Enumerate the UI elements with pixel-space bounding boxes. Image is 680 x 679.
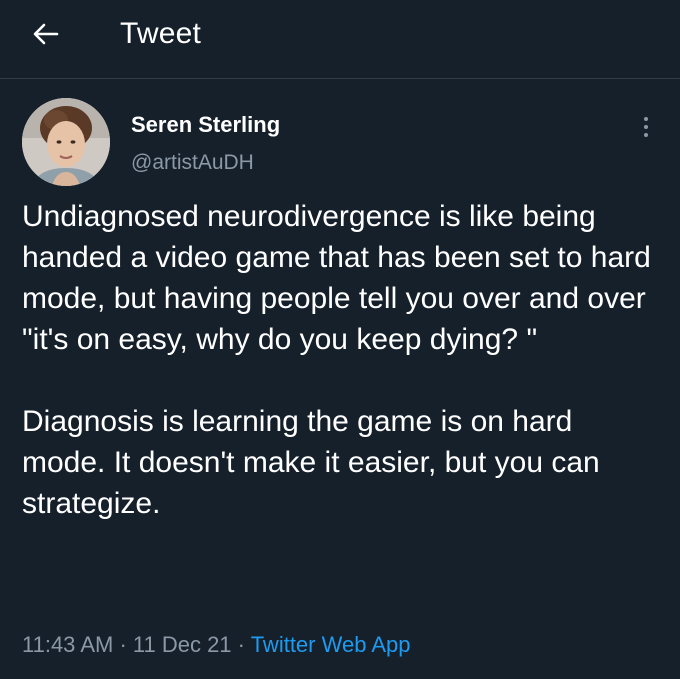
vertical-ellipsis-icon (644, 133, 648, 137)
meta-separator: · (113, 632, 133, 657)
back-button[interactable] (28, 16, 64, 52)
vertical-ellipsis-icon (644, 125, 648, 129)
page-title: Tweet (120, 17, 202, 50)
vertical-ellipsis-icon (644, 117, 648, 121)
tweet-paragraph: Diagnosis is learning the game is on har… (22, 405, 600, 520)
avatar[interactable] (22, 98, 110, 186)
tweet-date[interactable]: 11 Dec 21 (133, 632, 232, 657)
top-bar: Tweet (0, 0, 680, 79)
tweet-source-link[interactable]: Twitter Web App (251, 632, 411, 657)
author-name[interactable]: Seren Sterling (131, 112, 280, 138)
author-handle[interactable]: @artistAuDH (131, 151, 254, 175)
tweet-paragraph: Undiagnosed neurodivergence is like bein… (22, 200, 651, 356)
tweet-time[interactable]: 11:43 AM (22, 632, 113, 657)
meta-separator: · (231, 632, 251, 657)
profile-photo (22, 98, 110, 186)
tweet-text: Undiagnosed neurodivergence is like bein… (22, 196, 662, 524)
more-options-button[interactable] (636, 112, 656, 142)
arrow-left-icon (33, 23, 59, 45)
tweet-meta: 11:43 AM · 11 Dec 21 · Twitter Web App (22, 632, 410, 658)
